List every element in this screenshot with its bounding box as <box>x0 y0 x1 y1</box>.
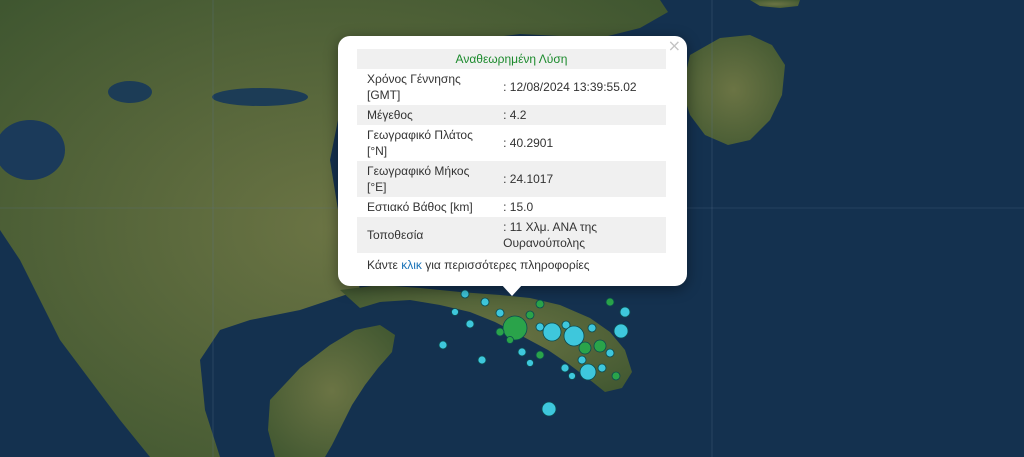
quake-marker[interactable] <box>451 308 459 316</box>
label-longitude: Γεωγραφικό Μήκος [°E] <box>357 161 500 197</box>
quake-marker[interactable] <box>525 310 535 320</box>
quake-marker[interactable] <box>613 323 629 339</box>
quake-marker[interactable] <box>542 322 562 342</box>
quake-marker[interactable] <box>568 372 576 380</box>
quake-marker[interactable] <box>541 401 557 417</box>
quake-marker[interactable] <box>605 348 615 358</box>
earthquake-popup: × Αναθεωρημένη Λύση Χρόνος Γέννησης [GMT]… <box>338 36 687 286</box>
quake-marker[interactable] <box>577 355 587 365</box>
quake-marker[interactable] <box>517 347 527 357</box>
quake-marker[interactable] <box>465 319 475 329</box>
quake-marker[interactable] <box>619 306 631 318</box>
quake-marker[interactable] <box>460 289 470 299</box>
popup-tip <box>501 284 523 296</box>
lake-1 <box>108 81 152 103</box>
quake-marker[interactable] <box>605 297 615 307</box>
value-latitude: : 40.2901 <box>503 136 554 150</box>
value-longitude: : 24.1017 <box>499 161 666 197</box>
label-magnitude: Μέγεθος <box>357 105 500 125</box>
value-location: : 11 Χλμ. ΑΝΑ της Ουρανούπολης <box>499 217 666 253</box>
quake-marker[interactable] <box>502 315 528 341</box>
value-depth: : 15.0 <box>503 200 534 214</box>
label-location: Τοποθεσία <box>357 217 500 253</box>
value-origin-time: : 12/08/2024 13:39:55.02 <box>503 80 637 94</box>
earthquake-details-table: Αναθεωρημένη Λύση Χρόνος Γέννησης [GMT] :… <box>357 49 666 253</box>
value-magnitude: : 4.2 <box>499 105 666 125</box>
popup-header: Αναθεωρημένη Λύση <box>357 49 666 69</box>
quake-marker[interactable] <box>563 325 585 347</box>
quake-marker[interactable] <box>593 339 607 353</box>
quake-marker[interactable] <box>560 363 570 373</box>
quake-marker[interactable] <box>611 371 621 381</box>
close-icon[interactable]: × <box>668 38 681 54</box>
label-origin-time: Χρόνος Γέννησης [GMT] <box>367 72 461 102</box>
lake-2 <box>212 88 308 106</box>
quake-marker[interactable] <box>438 340 448 350</box>
quake-marker[interactable] <box>495 308 505 318</box>
quake-marker[interactable] <box>535 350 545 360</box>
more-info-link[interactable]: κλικ <box>401 258 422 272</box>
label-depth: Εστιακό Βάθος [km] <box>367 200 473 214</box>
quake-marker[interactable] <box>579 363 597 381</box>
quake-marker[interactable] <box>535 299 545 309</box>
quake-marker[interactable] <box>578 341 592 355</box>
label-latitude: Γεωγραφικό Πλάτος [°N] <box>367 128 473 158</box>
quake-marker[interactable] <box>495 327 505 337</box>
quake-marker[interactable] <box>506 336 514 344</box>
quake-marker[interactable] <box>535 322 545 332</box>
quake-marker[interactable] <box>587 323 597 333</box>
quake-marker[interactable] <box>597 363 607 373</box>
quake-marker[interactable] <box>477 355 487 365</box>
quake-marker[interactable] <box>480 297 490 307</box>
quake-marker[interactable] <box>526 359 534 367</box>
more-info-text: Κάντε κλικ για περισσότερες πληροφορίες <box>367 258 590 272</box>
